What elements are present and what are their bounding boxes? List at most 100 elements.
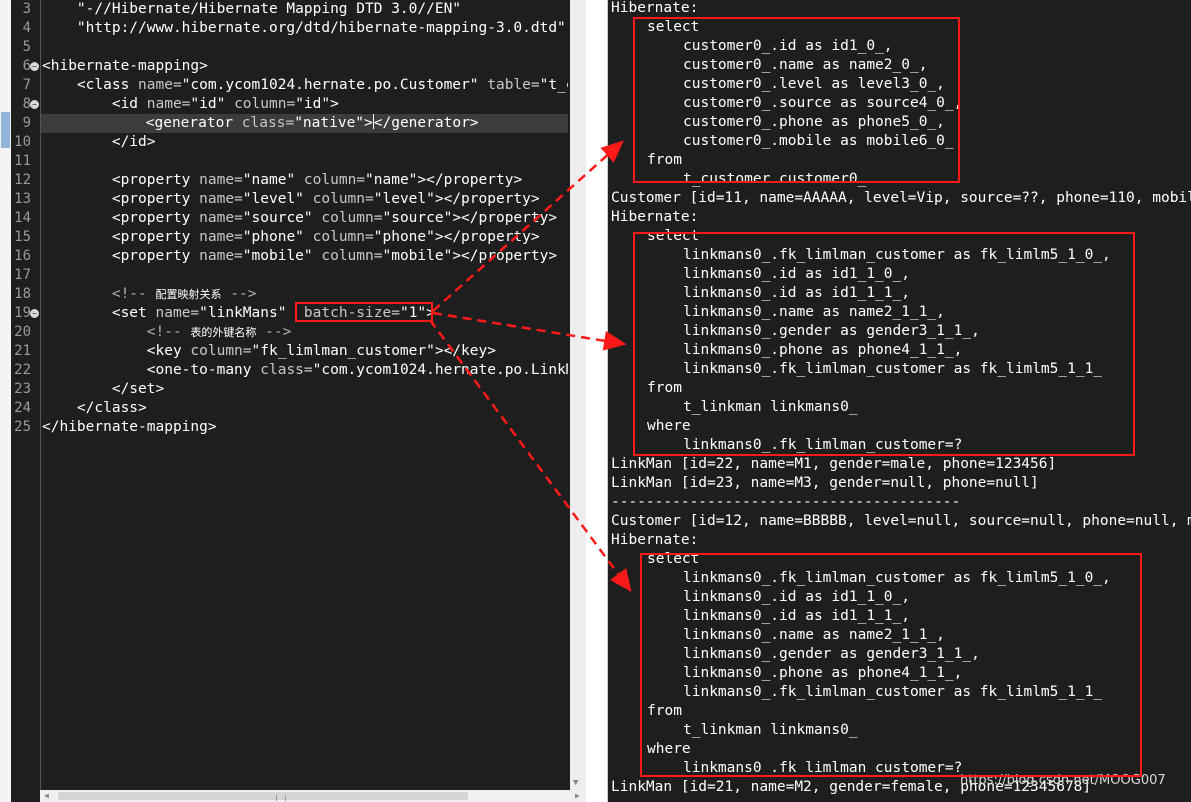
line-number: 12 — [14, 172, 31, 188]
code-line[interactable]: "http://www.hibernate.org/dtd/hibernate-… — [42, 19, 566, 38]
line-number: 15 — [14, 229, 31, 245]
code-line[interactable]: <property name="phone" column="phone"></… — [42, 228, 540, 247]
code-line[interactable]: <!-- 表的外键名称 --> — [42, 323, 292, 342]
console-line: LinkMan [id=22, name=M1, gender=male, ph… — [611, 456, 1057, 472]
code-line[interactable]: </set> — [42, 380, 164, 399]
code-token: class= — [260, 362, 313, 378]
code-token: "mobile" — [242, 248, 313, 264]
code-line[interactable]: <property name="mobile" column="mobile">… — [42, 247, 557, 266]
code-line[interactable]: <property name="level" column="level"></… — [42, 190, 540, 209]
code-token: "phone" — [242, 229, 304, 245]
horizontal-scroll-thumb[interactable] — [58, 792, 468, 801]
console-line: Customer [id=11, name=AAAAA, level=Vip, … — [611, 190, 1191, 206]
code-token: <id — [42, 96, 147, 112]
code-token: <key — [42, 343, 191, 359]
code-line[interactable]: </id> — [42, 133, 156, 152]
line-number: 22 — [14, 362, 31, 378]
code-token: column= — [190, 343, 252, 359]
code-line[interactable]: <generator class="native"></generator> — [41, 114, 568, 133]
code-line[interactable]: <key column="fk_limlman_customer"></key> — [42, 342, 496, 361]
fold-toggle-icon[interactable]: − — [30, 100, 39, 109]
code-token: column= — [303, 191, 374, 207]
code-token: <generator — [41, 115, 242, 131]
code-token: <property — [42, 172, 200, 188]
code-token: <property — [42, 229, 200, 245]
console-line: Customer [id=12, name=BBBBB, level=null,… — [611, 513, 1191, 529]
fold-toggle-icon[interactable]: − — [30, 62, 39, 71]
pane-gap — [586, 0, 607, 802]
code-token: <class — [42, 77, 139, 93]
code-token: name= — [199, 172, 243, 188]
code-line[interactable]: <hibernate-mapping> — [42, 57, 208, 76]
line-number: 19 — [14, 305, 31, 321]
code-token: <one-to-many — [42, 362, 261, 378]
code-line[interactable]: <property name="source" column="source">… — [42, 209, 557, 228]
code-token: "com.ycom1024.hernate.po.LinkMan"/> — [312, 362, 568, 378]
line-number: 11 — [14, 153, 31, 169]
code-token: --> — [221, 286, 257, 302]
line-number: 10 — [14, 134, 31, 150]
scroll-left-arrow-icon[interactable]: ◀ — [44, 791, 49, 801]
code-token: name= — [155, 305, 200, 321]
code-token: "name" — [365, 172, 418, 188]
vertical-scrollbar[interactable]: ▼ — [570, 0, 586, 790]
line-number-gutter: 3 4 5 6−7 8−9 10 11 12 13 14 15 16 17 18 19−20 21 22 23 24… — [11, 0, 41, 802]
console-line: Hibernate: — [611, 0, 708, 16]
code-token: "t_customer"> — [539, 77, 568, 93]
xml-editor-pane[interactable]: 3 4 5 6−7 8−9 10 11 12 13 14 15 16 17 18 19−20 21 22 23 24… — [0, 0, 586, 802]
line-number: 24 — [14, 400, 31, 416]
code-line[interactable]: </hibernate-mapping> — [42, 418, 217, 437]
line-number: 18 — [14, 286, 31, 302]
code-token: 表的外键名称 — [190, 326, 257, 339]
scroll-down-arrow-icon[interactable]: ▼ — [573, 779, 578, 788]
fold-toggle-icon[interactable]: − — [30, 309, 39, 318]
code-token: name= — [146, 96, 191, 112]
code-token: column= — [295, 172, 366, 188]
console-line: LinkMan [id=23, name=M3, gender=null, ph… — [611, 475, 1039, 491]
console-line: ---------------------------------------- — [611, 494, 961, 510]
scroll-right-arrow-icon[interactable]: ▶ — [575, 791, 580, 801]
console-line: Hibernate: — [611, 532, 708, 548]
code-token: <hibernate-mapping> — [42, 58, 208, 74]
line-number: 21 — [14, 343, 31, 359]
code-token: "id" — [190, 96, 226, 112]
code-token: "source" — [382, 210, 453, 226]
horizontal-scrollbar[interactable]: ◀ ▶ — [40, 790, 586, 802]
batch-size-box — [295, 302, 433, 322]
line-number: 7 — [22, 77, 31, 93]
line-number: 3 — [22, 1, 31, 17]
code-token: table= — [478, 77, 540, 93]
code-line[interactable]: <one-to-many class="com.ycom1024.hernate… — [42, 361, 568, 380]
code-token: </id> — [42, 134, 156, 150]
line-number: 23 — [14, 381, 31, 397]
code-token: "-//Hibernate/Hibernate Mapping DTD 3.0/… — [42, 1, 462, 17]
code-line[interactable]: "-//Hibernate/Hibernate Mapping DTD 3.0/… — [42, 0, 461, 19]
code-token: <set — [42, 305, 156, 321]
code-token: <property — [42, 210, 200, 226]
line-number: 9 — [22, 115, 31, 131]
code-line[interactable]: <id name="id" column="id"> — [42, 95, 339, 114]
code-token: ></property> — [452, 248, 558, 264]
line-number: 17 — [14, 267, 31, 283]
code-token: "http://www.hibernate.org/dtd/hibernate-… — [42, 20, 566, 36]
code-line[interactable]: <class name="com.ycom1024.hernate.po.Cus… — [42, 76, 568, 95]
code-token: "fk_limlman_customer" — [251, 343, 435, 359]
code-area[interactable]: "-//Hibernate/Hibernate Mapping DTD 3.0/… — [41, 0, 568, 790]
line-number: 6 — [22, 58, 31, 74]
code-token: </set> — [42, 381, 165, 397]
code-token: class= — [241, 115, 295, 131]
code-token: ></key> — [434, 343, 496, 359]
scroll-grip-icon — [276, 795, 286, 801]
line-number: 4 — [22, 20, 31, 36]
code-token: column= — [312, 210, 383, 226]
line-number: 8 — [22, 96, 31, 112]
code-token: ></property> — [452, 210, 558, 226]
code-line[interactable]: </class> — [42, 399, 147, 418]
code-token: "level" — [373, 191, 435, 207]
code-token: "level" — [242, 191, 304, 207]
code-line[interactable]: <property name="name" column="name"></pr… — [42, 171, 522, 190]
code-token: "phone" — [373, 229, 435, 245]
code-token: </class> — [42, 400, 147, 416]
code-token: name= — [199, 210, 243, 226]
code-line[interactable]: <!-- 配置映射关系 --> — [42, 285, 257, 304]
